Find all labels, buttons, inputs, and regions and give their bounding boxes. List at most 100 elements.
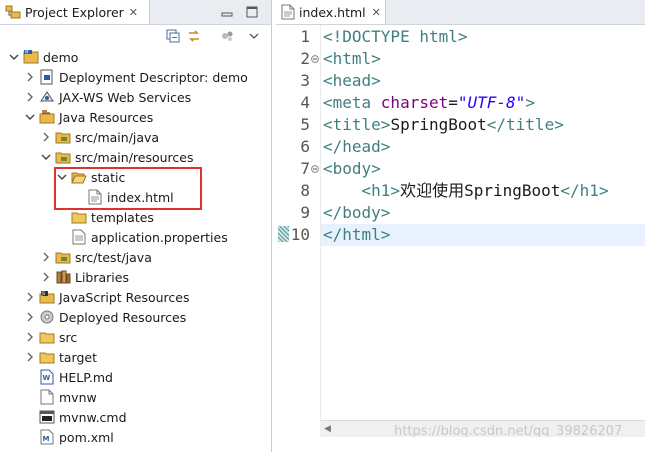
project-explorer-icon [5,4,21,20]
code-token: </title> [486,115,564,134]
code-token: </body> [323,203,391,222]
tree-item[interactable]: templates [56,207,154,227]
annotation-highlight-box [54,167,202,210]
line-number: 7 [300,159,310,178]
tree-item-label: JavaScript Resources [59,289,190,305]
tree-item[interactable]: Java Resources [24,107,153,127]
chevron-down-icon[interactable] [24,111,36,123]
folder-icon [39,349,55,365]
chevron-down-icon[interactable] [40,151,52,163]
chevron-down-icon[interactable] [8,51,20,63]
folder-icon [39,329,55,345]
tree-item[interactable]: src/test/java [40,247,152,267]
tree-item[interactable]: mvnw.cmd [24,407,127,427]
editor-bottom-strip [276,437,645,452]
tree-item-label: src/test/java [75,249,152,265]
line-number: 2 [300,49,310,68]
code-line: </head> [323,136,390,158]
fold-collapse-icon[interactable] [311,55,319,63]
link-with-editor-icon[interactable] [187,29,201,43]
line-number: 8 [300,181,310,200]
java-resources-icon [39,109,55,125]
code-token: <title> [323,115,391,134]
chevron-right-icon[interactable] [24,311,36,323]
tree-item[interactable]: Mdemo [8,47,78,67]
tree-item-label: templates [91,209,154,225]
tab-label: index.html [299,4,366,20]
line-number: 5 [300,115,310,134]
tab-project-explorer[interactable]: Project Explorer ✕ [0,0,150,24]
chevron-right-icon[interactable] [40,251,52,263]
tree-item[interactable]: JAX-WS Web Services [24,87,191,107]
gutter-separator [320,25,321,420]
close-icon[interactable]: ✕ [372,6,381,19]
chevron-right-icon[interactable] [24,351,36,363]
code-line: <head> [323,70,381,92]
tree-item[interactable]: src/main/resources [40,147,193,167]
source-folder-icon [55,149,71,165]
javascript-resources-icon: JS [39,289,55,305]
source-folder-icon [55,129,71,145]
chevron-right-icon[interactable] [24,291,36,303]
close-icon[interactable]: ✕ [129,6,138,19]
maximize-icon[interactable] [245,5,259,19]
properties-file-icon [71,229,87,245]
code-line: </body> [323,202,390,224]
chevron-right-icon[interactable] [24,71,36,83]
tree-item[interactable]: Libraries [40,267,129,287]
code-line: <h1>欢迎使用SpringBoot</h1> [323,180,609,202]
focus-icon[interactable] [220,29,234,43]
tree-item-label: demo [43,49,79,65]
tree-item-label: JAX-WS Web Services [59,89,192,105]
file-icon [39,389,55,405]
tree-item-label: Libraries [75,269,129,285]
tab-index-html[interactable]: index.html ✕ [276,0,386,24]
code-token: </head> [323,137,391,156]
tree-item[interactable]: application.properties [56,227,228,247]
code-token: SpringBoot [390,115,487,134]
html-file-icon [281,4,295,20]
tree-item-label: src/main/java [75,129,160,145]
markdown-file-icon: W [39,369,55,385]
tree-item-label: mvnw.cmd [59,409,127,425]
tree-item[interactable]: src [24,327,77,347]
tree-item[interactable]: target [24,347,97,367]
fold-collapse-icon[interactable] [311,165,319,173]
svg-text:M: M [25,50,29,55]
code-line: <body> [323,158,381,180]
deployment-descriptor-icon [39,69,55,85]
chevron-right-icon[interactable] [40,271,52,283]
libraries-icon [55,269,71,285]
tree-item[interactable]: src/main/java [40,127,159,147]
code-token: </h1> [560,181,609,200]
code-line: <meta charset="UTF-8"> [323,92,535,114]
line-marker [278,226,289,242]
tree-item[interactable]: mvnw [24,387,97,407]
tree-item[interactable]: JS JavaScript Resources [24,287,189,307]
chevron-right-icon[interactable] [24,91,36,103]
code-token: > [525,93,535,112]
minimize-icon[interactable] [220,5,234,19]
tree-item[interactable]: W HELP.md [24,367,113,387]
chevron-right-icon[interactable] [24,331,36,343]
line-number: 3 [300,71,310,90]
folder-icon [71,209,87,225]
tree-item[interactable]: Mpom.xml [24,427,114,447]
tree-item-label: Java Resources [59,109,154,125]
scroll-left-icon[interactable]: ◀ [324,424,331,434]
tree-item-label: src [59,329,78,345]
tree-item[interactable]: Deployed Resources [24,307,186,327]
collapse-all-icon[interactable] [166,29,180,43]
code-line: </html> [323,224,390,246]
editor-tab-bar: index.html ✕ [276,0,645,25]
view-menu-icon[interactable] [247,29,261,43]
chevron-right-icon[interactable] [40,131,52,143]
tree-item[interactable]: Deployment Descriptor: demo [24,67,248,87]
code-token: <body> [323,159,381,178]
tree-item-label: HELP.md [59,369,113,385]
